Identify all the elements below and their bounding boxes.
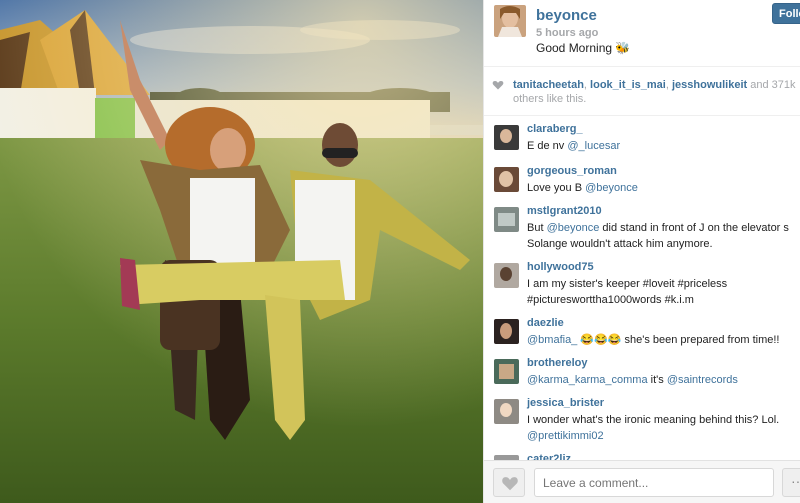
comment-text-part: E de nv (527, 140, 568, 152)
comment-list[interactable]: claraberg_ E de nv @_lucesar gorgeous_ro… (484, 120, 800, 460)
comment-text: But @beyonce did stand in front of J on … (527, 220, 800, 252)
post-timestamp: 5 hours ago (536, 27, 599, 39)
comment-text-part: 😂😂😂 she's been prepared from time!! (577, 334, 780, 346)
comment-username[interactable]: claraberg_ (527, 123, 583, 135)
comment-text-part: it's (647, 374, 667, 386)
mention-link[interactable]: @_lucesar (567, 140, 620, 152)
mention-link[interactable]: @beyonce (585, 182, 638, 194)
comment-text-part: I wonder what's the ironic meaning behin… (527, 414, 780, 426)
liker-link[interactable]: tanitacheetah (513, 79, 584, 91)
comment-text: I wonder what's the ironic meaning behin… (527, 412, 800, 444)
avatar[interactable] (494, 319, 519, 344)
post-photo[interactable] (0, 0, 483, 503)
avatar[interactable] (494, 125, 519, 150)
liker-link[interactable]: look_it_is_mai (590, 79, 666, 91)
comment-text: E de nv @_lucesar (527, 138, 800, 154)
comment-username[interactable]: mstlgrant2010 (527, 205, 602, 217)
follow-button[interactable]: Follo (772, 3, 800, 24)
comment-username[interactable]: jessica_brister (527, 397, 604, 409)
avatar[interactable] (494, 359, 519, 384)
comment-username[interactable]: cater2liz (527, 453, 571, 460)
comment-username[interactable]: gorgeous_roman (527, 165, 617, 177)
more-options-button[interactable]: ··· (782, 468, 800, 497)
mention-link[interactable]: @bmafia_ (527, 334, 577, 346)
comment-text: @bmafia_ 😂😂😂 she's been prepared from ti… (527, 332, 800, 348)
likes-summary: tanitacheetah, look_it_is_mai, jesshowul… (484, 66, 800, 116)
mention-link[interactable]: @karma_karma_comma (527, 374, 648, 386)
heart-icon (502, 477, 518, 491)
ellipsis-icon: ··· (791, 473, 800, 489)
comment-text-part: Love you B (527, 182, 586, 194)
comment-username[interactable]: hollywood75 (527, 261, 594, 273)
comment-bar: ··· (484, 460, 800, 503)
post-caption: Good Morning 🐝 (536, 41, 631, 55)
comment-text-part: But (527, 222, 547, 234)
heart-outline-icon (492, 81, 504, 90)
mention-link[interactable]: @saintrecords (667, 374, 738, 386)
comment-text: I am my sister's keeper #loveit #pricele… (527, 276, 800, 308)
comment-input[interactable] (534, 468, 774, 497)
liker-link[interactable]: jesshowulikeit (672, 79, 747, 91)
mention-link[interactable]: @beyonce (547, 222, 600, 234)
photo-image (0, 0, 483, 503)
avatar[interactable] (494, 167, 519, 192)
post-header: beyonce 5 hours ago Good Morning 🐝 Follo (484, 0, 800, 66)
avatar[interactable] (494, 207, 519, 232)
comment-text-part: I am my sister's keeper #loveit #pricele… (527, 278, 728, 306)
comment-username[interactable]: daezlie (527, 317, 564, 329)
post-details-panel: beyonce 5 hours ago Good Morning 🐝 Follo… (483, 0, 800, 503)
post-username[interactable]: beyonce (536, 7, 597, 24)
avatar[interactable] (494, 5, 526, 37)
avatar[interactable] (494, 263, 519, 288)
comment-username[interactable]: brothereloy (527, 357, 588, 369)
likes-text: tanitacheetah, look_it_is_mai, jesshowul… (513, 79, 796, 105)
comment-text: @karma_karma_comma it's @saintrecords (527, 372, 800, 388)
comment-text: Love you B @beyonce (527, 180, 800, 196)
avatar[interactable] (494, 399, 519, 424)
mention-link[interactable]: @prettikimmi02 (527, 430, 604, 442)
like-button[interactable] (493, 468, 525, 497)
